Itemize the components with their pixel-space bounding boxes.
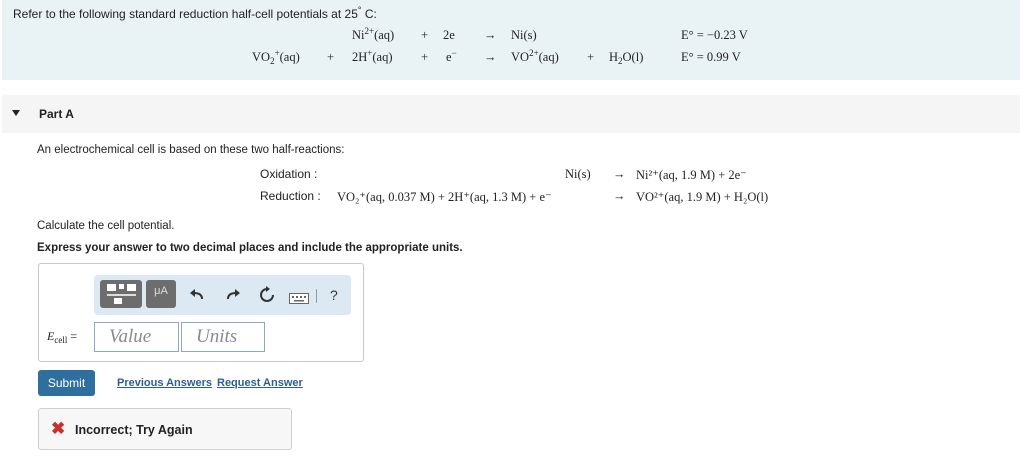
collapse-caret-icon[interactable] [12,110,20,116]
reduction-label: Reduction : [260,189,321,203]
submit-button[interactable]: Submit [38,370,95,396]
half-reaction-vo-product: VO2+(aq) [511,48,559,65]
oxidation-label: Oxidation : [260,167,318,181]
half-reaction-water-product: H2O(l) [609,50,644,66]
part-title: Part A [39,107,74,121]
units-symbol-button[interactable]: μA [146,280,176,308]
incorrect-icon: ✖ [51,419,66,438]
value-input[interactable]: Value [94,322,179,352]
half-reaction-h-reactant: 2H+(aq) [352,48,393,65]
units-input[interactable]: Units [181,322,265,352]
previous-answers-link[interactable]: Previous Answers [117,377,212,389]
reference-intro: Refer to the following standard reductio… [13,5,377,22]
plus-sign: + [421,28,429,42]
toolbar-divider [316,289,317,303]
half-reaction-ni-reactant: Ni2+(aq) [352,26,395,43]
reaction-arrow: → [484,50,497,64]
plus-sign: + [421,50,429,64]
ecell-label: Ecell = [47,329,78,345]
help-button[interactable]: ? [330,287,338,303]
request-answer-link[interactable]: Request Answer [217,377,303,389]
question-instruction: Express your answer to two decimal place… [37,242,463,254]
electron-term: e− [446,48,457,65]
potential-ni: E° = −0.23 V [681,28,748,42]
oxidation-lhs: Ni(s) [565,167,591,181]
feedback-text: Incorrect; Try Again [75,423,193,437]
reduction-lhs: VO₂⁺(aq, 0.037 M) + 2H⁺(aq, 1.3 M) + e⁻ [337,190,552,204]
reduction-arrow: → [613,189,626,203]
oxidation-arrow: → [613,167,626,181]
part-a-header[interactable] [2,95,1020,133]
reset-icon[interactable] [258,286,276,309]
half-reaction-vo2-reactant: VO2+(aq) [252,48,300,66]
question-intro: An electrochemical cell is based on thes… [37,144,345,156]
plus-sign: + [587,50,595,64]
redo-icon[interactable] [225,287,241,306]
keyboard-icon[interactable] [289,291,309,309]
undo-icon[interactable] [189,287,205,306]
half-reaction-ni-product: Ni(s) [511,28,537,42]
reduction-rhs: VO²⁺(aq, 1.9 M) + H₂O(l) [636,190,769,204]
question-prompt: Calculate the cell potential. [37,220,175,232]
templates-icon [107,284,136,304]
templates-button[interactable] [100,280,142,308]
plus-sign: + [327,50,335,64]
reaction-arrow: → [484,28,497,42]
potential-vo2: E° = 0.99 V [681,50,741,64]
oxidation-rhs: Ni²⁺(aq, 1.9 M) + 2e⁻ [636,168,747,182]
electron-term: 2e [443,28,455,42]
